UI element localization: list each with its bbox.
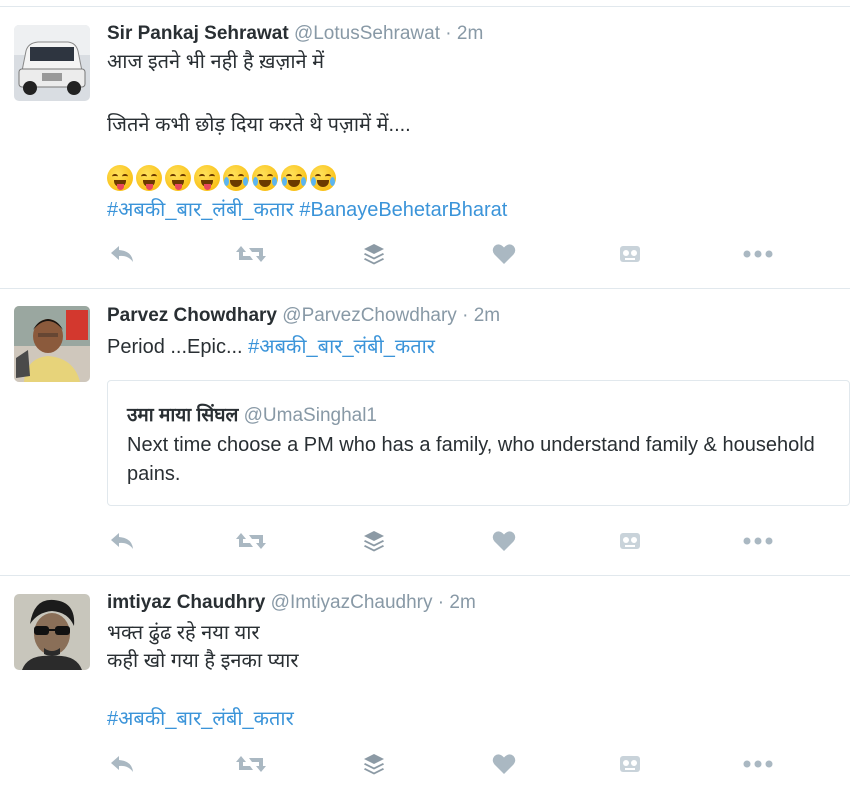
timestamp[interactable]: 2m: [474, 305, 500, 326]
hashtag-link[interactable]: #अबकी_बार_लंबी_कतार: [107, 708, 294, 730]
reply-icon[interactable]: [109, 751, 135, 777]
retweet-icon[interactable]: [235, 528, 267, 554]
author-name[interactable]: imtiyaz Chaudhry: [107, 592, 265, 613]
hashtag-line: #अबकी_बार_लंबी_कतार #BanayeBehetarBharat: [107, 195, 507, 225]
quoted-author-name[interactable]: उमा माया सिंघल: [127, 405, 238, 426]
tweet-text-line: जितने कभी छोड़ दिया करते थे पज़ामें में.…: [107, 114, 411, 136]
emoji-row: [107, 165, 336, 191]
quoted-tweet-header: उमा माया सिंघल @UmaSinghal1: [127, 401, 377, 427]
quoted-tweet-text: Next time choose a PM who has a family, …: [127, 434, 815, 485]
tweet-actions: [107, 528, 787, 554]
tears-of-joy-emoji-icon: [281, 165, 307, 191]
more-icon[interactable]: [742, 528, 774, 554]
bot-icon[interactable]: [619, 751, 641, 777]
quoted-author-handle[interactable]: @UmaSinghal1: [244, 405, 377, 426]
bot-icon[interactable]: [619, 241, 641, 267]
timestamp[interactable]: 2m: [457, 23, 483, 44]
tears-of-joy-emoji-icon: [252, 165, 278, 191]
author-handle[interactable]: @LotusSehrawat: [294, 23, 440, 44]
tweet-1: Sir Pankaj Sehrawat @LotusSehrawat · 2m …: [0, 0, 850, 288]
retweet-icon[interactable]: [235, 241, 267, 267]
hashtag-link[interactable]: #अबकी_बार_लंबी_कतार: [107, 199, 294, 221]
buffer-icon[interactable]: [362, 528, 386, 554]
avatar[interactable]: [14, 25, 90, 101]
more-icon[interactable]: [742, 241, 774, 267]
tweet-header: Sir Pankaj Sehrawat @LotusSehrawat · 2m: [107, 23, 483, 45]
tears-of-joy-emoji-icon: [310, 165, 336, 191]
tweet-text-line: भक्त ढुंढ रहे नया यार: [107, 622, 260, 644]
squinting-tongue-emoji-icon: [136, 165, 162, 191]
hashtag-link[interactable]: #BanayeBehetarBharat: [299, 199, 507, 221]
separator-dot: ·: [462, 305, 469, 326]
author-handle[interactable]: @ParvezChowdhary: [282, 305, 457, 326]
author-handle[interactable]: @ImtiyazChaudhry: [271, 592, 433, 613]
tweet-2: Parvez Chowdhary @ParvezChowdhary · 2m P…: [0, 289, 850, 575]
like-icon[interactable]: [492, 528, 516, 554]
tweet-header: Parvez Chowdhary @ParvezChowdhary · 2m: [107, 305, 500, 327]
separator-dot: ·: [445, 23, 452, 44]
buffer-icon[interactable]: [362, 241, 386, 267]
tweet-text-line: आज इतने भी नही है ख़ज़ाने में: [107, 51, 325, 73]
tweet-text-line: कही खो गया है इनका प्यार: [107, 650, 299, 672]
buffer-icon[interactable]: [362, 751, 386, 777]
hashtag-line: #अबकी_बार_लंबी_कतार: [107, 704, 294, 734]
tweet-text: Period ...Epic...: [107, 336, 249, 358]
author-name[interactable]: Parvez Chowdhary: [107, 305, 277, 326]
retweet-icon[interactable]: [235, 751, 267, 777]
squinting-tongue-emoji-icon: [107, 165, 133, 191]
reply-icon[interactable]: [109, 528, 135, 554]
hashtag-link[interactable]: #अबकी_बार_लंबी_कतार: [248, 336, 435, 358]
like-icon[interactable]: [492, 241, 516, 267]
tweet-actions: [107, 751, 787, 777]
tweet-text-line: Period ...Epic... #अबकी_बार_लंबी_कतार: [107, 332, 435, 362]
avatar[interactable]: [14, 306, 90, 382]
more-icon[interactable]: [742, 751, 774, 777]
tweet-3: imtiyaz Chaudhry @ImtiyazChaudhry · 2m भ…: [0, 576, 850, 794]
tweet-header: imtiyaz Chaudhry @ImtiyazChaudhry · 2m: [107, 592, 476, 614]
timestamp[interactable]: 2m: [449, 592, 475, 613]
tears-of-joy-emoji-icon: [223, 165, 249, 191]
squinting-tongue-emoji-icon: [194, 165, 220, 191]
bot-icon[interactable]: [619, 528, 641, 554]
squinting-tongue-emoji-icon: [165, 165, 191, 191]
tweet-actions: [107, 241, 787, 267]
quoted-tweet[interactable]: उमा माया सिंघल @UmaSinghal1 Next time ch…: [107, 380, 850, 506]
like-icon[interactable]: [492, 751, 516, 777]
avatar[interactable]: [14, 594, 90, 670]
separator-dot: ·: [437, 592, 445, 613]
reply-icon[interactable]: [109, 241, 135, 267]
author-name[interactable]: Sir Pankaj Sehrawat: [107, 23, 289, 44]
